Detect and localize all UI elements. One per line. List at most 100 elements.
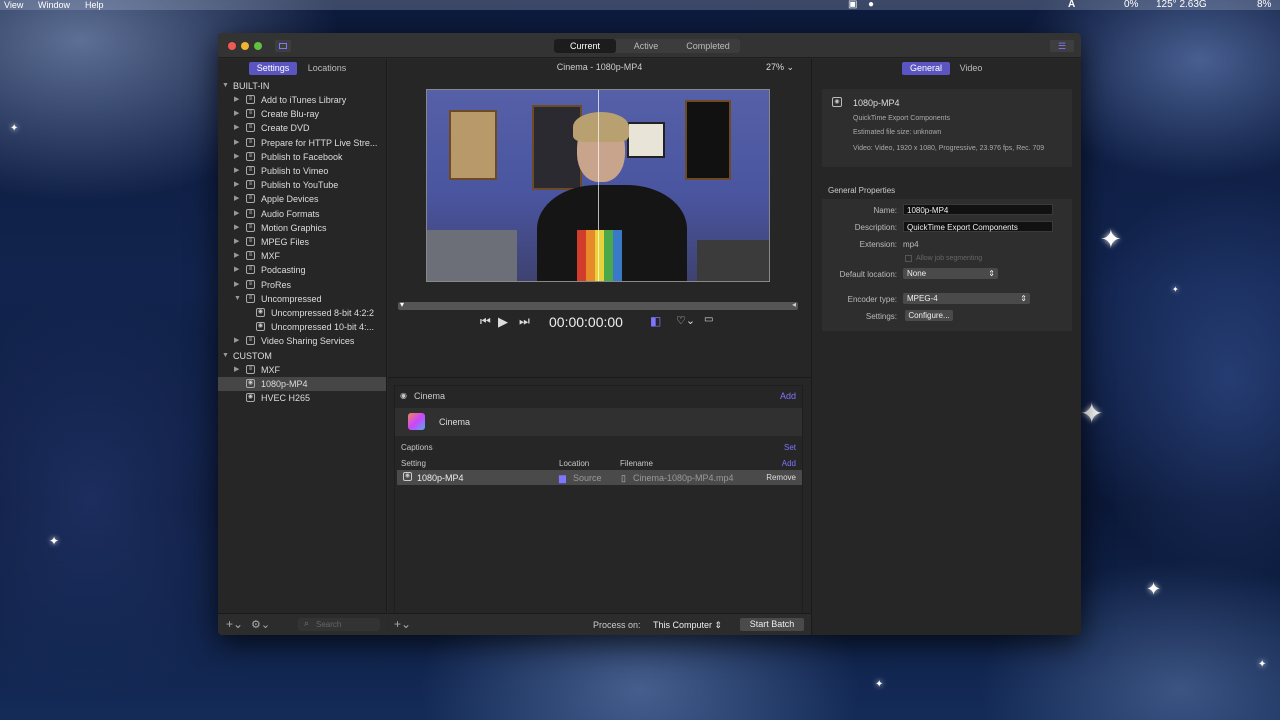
cpu-status[interactable]: 0% xyxy=(1124,0,1138,10)
add-job-button[interactable]: Add xyxy=(780,391,796,401)
video-preview[interactable] xyxy=(426,89,770,282)
column-filename[interactable]: Filename xyxy=(620,459,653,468)
output-location[interactable]: Source xyxy=(573,473,602,483)
timeline-scrubber[interactable]: ▾ ◂ xyxy=(398,300,798,310)
column-location[interactable]: Location xyxy=(559,459,589,468)
disclosure-closed-icon[interactable]: ▶ xyxy=(234,363,239,377)
disclosure-closed-icon[interactable]: ▶ xyxy=(234,221,239,235)
menu-window[interactable]: Window xyxy=(38,0,70,10)
skip-back-icon[interactable]: ⏮ xyxy=(480,314,491,332)
disclosure-closed-icon[interactable]: ▶ xyxy=(234,178,239,192)
tab-video[interactable]: Video xyxy=(952,62,990,75)
disclosure-closed-icon[interactable]: ▶ xyxy=(234,192,239,206)
disclosure-closed-icon[interactable]: ▶ xyxy=(234,107,239,121)
disclosure-open-icon[interactable]: ▼ xyxy=(234,292,241,306)
disclosure-open-icon[interactable]: ▼ xyxy=(222,79,229,93)
close-button[interactable] xyxy=(228,42,236,50)
out-point-icon[interactable]: ◂ xyxy=(792,300,796,309)
start-batch-button[interactable]: Start Batch xyxy=(740,618,804,631)
zoom-button[interactable] xyxy=(254,42,262,50)
battery-status[interactable]: 8% xyxy=(1257,0,1271,10)
builtin-item[interactable]: ▶ ≡ MXF xyxy=(218,249,386,263)
builtin-item[interactable]: ▶ ≡ Prepare for HTTP Live Stre... xyxy=(218,136,386,150)
add-setting-button[interactable]: +⌄ xyxy=(226,617,243,631)
builtin-group[interactable]: ▼ BUILT-IN xyxy=(218,79,386,93)
disclosure-closed-icon[interactable]: ▶ xyxy=(234,150,239,164)
screen-record-icon[interactable]: ▣ xyxy=(848,0,857,10)
inspector-toggle-icon[interactable]: ☰ xyxy=(1050,40,1074,52)
builtin-item[interactable]: ◉ Uncompressed 8-bit 4:2:2 xyxy=(218,306,386,320)
builtin-item[interactable]: ▶ ≡ Add to iTunes Library xyxy=(218,93,386,107)
skip-forward-icon[interactable]: ⏭ xyxy=(519,314,530,332)
temp-status[interactable]: 125° 2.63G xyxy=(1156,0,1207,10)
disclosure-open-icon[interactable]: ▼ xyxy=(222,349,229,363)
set-captions-button[interactable]: Set xyxy=(784,443,796,452)
builtin-item[interactable]: ▶ ≡ ProRes xyxy=(218,278,386,292)
builtin-item[interactable]: ▶ ≡ Create Blu-ray xyxy=(218,107,386,121)
marker-icon[interactable]: ♡⌄ xyxy=(676,314,695,332)
gear-icon[interactable]: ⚙⌄ xyxy=(251,618,270,631)
disclosure-closed-icon[interactable]: ▶ xyxy=(234,249,239,263)
split-view-icon[interactable]: ◧ xyxy=(650,314,661,332)
builtin-item[interactable]: ▶ ≡ Publish to YouTube xyxy=(218,178,386,192)
disclosure-closed-icon[interactable]: ▶ xyxy=(234,235,239,249)
builtin-item[interactable]: ▶ ≡ Create DVD xyxy=(218,121,386,135)
play-icon[interactable]: ▶ xyxy=(498,314,508,332)
search-field[interactable]: ⌕ Search xyxy=(298,618,380,631)
builtin-item[interactable]: ▶ ≡ Audio Formats xyxy=(218,207,386,221)
name-field[interactable]: 1080p-MP4 xyxy=(903,204,1053,215)
builtin-item[interactable]: ▼ ≡ Uncompressed xyxy=(218,292,386,306)
custom-item[interactable]: ▶ ≡ MXF xyxy=(218,363,386,377)
split-line[interactable] xyxy=(598,90,599,281)
builtin-item-label: Video Sharing Services xyxy=(261,336,355,347)
output-row[interactable]: ◉ 1080p-MP4 ▆ Source ▯ Cinema-1080p-MP4.… xyxy=(397,470,802,485)
disclosure-closed-icon[interactable]: ▶ xyxy=(234,93,239,107)
sidebar-toggle-icon[interactable] xyxy=(275,40,291,52)
add-output-button[interactable]: Add xyxy=(782,459,796,468)
custom-item[interactable]: ◉ 1080p-MP4 xyxy=(218,377,386,391)
tab-completed[interactable]: Completed xyxy=(676,39,740,53)
disclosure-closed-icon[interactable]: ▶ xyxy=(234,121,239,135)
configure-button[interactable]: Configure... xyxy=(905,310,953,321)
builtin-item[interactable]: ▶ ≡ Motion Graphics xyxy=(218,221,386,235)
in-point-icon[interactable]: ▾ xyxy=(400,300,404,309)
wall-poster xyxy=(627,122,665,158)
zoom-popup[interactable]: 27% ⌄ xyxy=(766,62,794,73)
menu-help[interactable]: Help xyxy=(85,0,104,10)
custom-group[interactable]: ▼ CUSTOM xyxy=(218,349,386,363)
tab-active[interactable]: Active xyxy=(616,39,676,53)
builtin-item[interactable]: ▶ ≡ Podcasting xyxy=(218,263,386,277)
builtin-item[interactable]: ▶ ≡ MPEG Files xyxy=(218,235,386,249)
description-field[interactable]: QuickTime Export Components xyxy=(903,221,1053,232)
disclosure-closed-icon[interactable]: ▶ xyxy=(234,164,239,178)
menu-view[interactable]: View xyxy=(4,0,23,10)
remove-output-button[interactable]: Remove xyxy=(766,473,796,482)
segmenting-checkbox[interactable] xyxy=(905,255,912,262)
minimize-button[interactable] xyxy=(241,42,249,50)
disclosure-closed-icon[interactable]: ▶ xyxy=(234,334,239,348)
output-filename[interactable]: Cinema-1080p-MP4.mp4 xyxy=(633,473,734,483)
add-batch-button[interactable]: +⌄ xyxy=(394,617,411,631)
custom-item[interactable]: ◉ HVEC H265 xyxy=(218,391,386,405)
builtin-item[interactable]: ◉ Uncompressed 10-bit 4:... xyxy=(218,320,386,334)
disclosure-closed-icon[interactable]: ▶ xyxy=(234,207,239,221)
builtin-item[interactable]: ▶ ≡ Publish to Vimeo xyxy=(218,164,386,178)
column-setting[interactable]: Setting xyxy=(401,459,426,468)
tab-settings[interactable]: Settings xyxy=(249,62,297,75)
encoder-popup[interactable]: MPEG-4 ⇕ xyxy=(903,293,1030,304)
disclosure-closed-icon[interactable]: ▶ xyxy=(234,278,239,292)
tab-locations[interactable]: Locations xyxy=(301,62,353,75)
builtin-item[interactable]: ▶ ≡ Publish to Facebook xyxy=(218,150,386,164)
input-menu-icon[interactable]: A xyxy=(1068,0,1075,10)
disclosure-closed-icon[interactable]: ▶ xyxy=(234,136,239,150)
builtin-item[interactable]: ▶ ≡ Video Sharing Services xyxy=(218,334,386,348)
job-row[interactable]: Cinema xyxy=(395,408,802,436)
tab-general[interactable]: General xyxy=(902,62,950,75)
caption-icon[interactable]: ▭ xyxy=(704,314,713,332)
process-on-popup[interactable]: This Computer ⇕ xyxy=(653,620,722,631)
default-location-popup[interactable]: None ⇕ xyxy=(903,268,998,279)
builtin-item[interactable]: ▶ ≡ Apple Devices xyxy=(218,192,386,206)
tab-current[interactable]: Current xyxy=(554,39,616,53)
status-dot-icon[interactable]: ● xyxy=(868,0,874,10)
disclosure-closed-icon[interactable]: ▶ xyxy=(234,263,239,277)
